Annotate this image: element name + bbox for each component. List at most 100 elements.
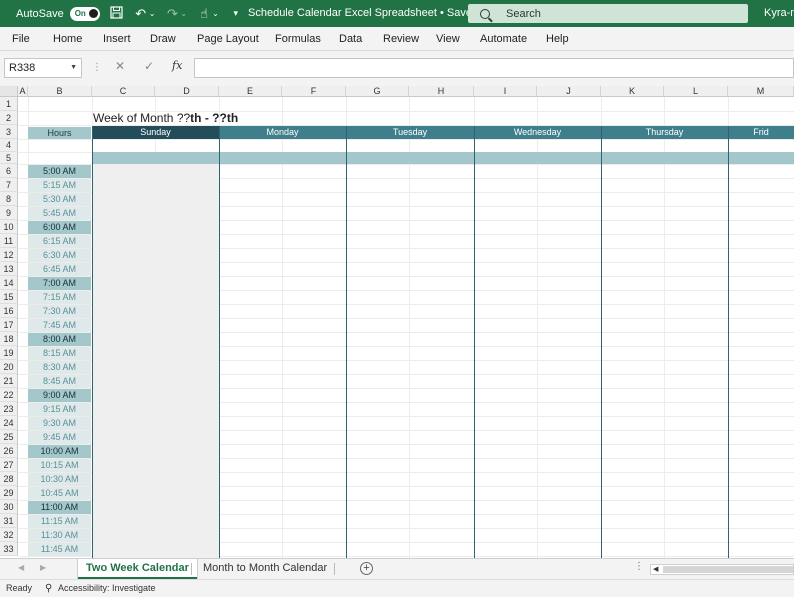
time-slot[interactable]: 5:45 AM (28, 207, 91, 220)
row-header-27[interactable]: 27 (0, 458, 18, 472)
time-slot[interactable]: 6:15 AM (28, 235, 91, 248)
row-header-2[interactable]: 2 (0, 111, 18, 125)
day-subheader-band[interactable] (92, 152, 794, 164)
save-icon[interactable] (110, 5, 124, 22)
cancel-icon[interactable]: ✕ (115, 59, 125, 73)
day-header-monday[interactable]: Monday (219, 126, 346, 139)
time-slot[interactable]: 7:45 AM (28, 319, 91, 332)
hours-header[interactable]: Hours (28, 127, 91, 139)
row-header-28[interactable]: 28 (0, 472, 18, 486)
tab-draw[interactable]: Draw (150, 27, 176, 51)
time-slot[interactable]: 11:00 AM (28, 501, 91, 514)
tab-data[interactable]: Data (339, 27, 362, 51)
column-header-d[interactable]: D (155, 86, 219, 97)
tab-insert[interactable]: Insert (103, 27, 131, 51)
scroll-thumb[interactable] (663, 566, 793, 573)
time-slot[interactable]: 6:30 AM (28, 249, 91, 262)
row-header-22[interactable]: 22 (0, 388, 18, 402)
column-header-g[interactable]: G (346, 86, 409, 97)
row-header-12[interactable]: 12 (0, 248, 18, 262)
column-header-j[interactable]: J (537, 86, 601, 97)
redo-dropdown-icon[interactable]: ⌄ (180, 9, 187, 18)
name-box[interactable]: R338 ▼ (4, 58, 82, 78)
row-header-11[interactable]: 11 (0, 234, 18, 248)
row-header-23[interactable]: 23 (0, 402, 18, 416)
tab-help[interactable]: Help (546, 27, 569, 51)
scroll-left-icon[interactable]: ◀ (653, 565, 658, 573)
tab-review[interactable]: Review (383, 27, 419, 51)
column-header-k[interactable]: K (601, 86, 664, 97)
tab-formulas[interactable]: Formulas (275, 27, 321, 51)
time-slot[interactable]: 5:15 AM (28, 179, 91, 192)
row-header-18[interactable]: 18 (0, 332, 18, 346)
day-column-tuesday[interactable] (346, 164, 474, 558)
row-header-10[interactable]: 10 (0, 220, 18, 234)
column-header-h[interactable]: H (409, 86, 474, 97)
row-header-29[interactable]: 29 (0, 486, 18, 500)
row-header-9[interactable]: 9 (0, 206, 18, 220)
chevron-down-icon[interactable]: ▼ (70, 59, 77, 77)
row-header-13[interactable]: 13 (0, 262, 18, 276)
column-header-e[interactable]: E (219, 86, 282, 97)
time-slot[interactable]: 8:00 AM (28, 333, 91, 346)
undo-icon[interactable]: ↶ (134, 6, 148, 22)
row-header-5[interactable]: 5 (0, 152, 18, 164)
column-header-l[interactable]: L (664, 86, 728, 97)
autosave-toggle[interactable]: On (69, 6, 100, 21)
row-header-24[interactable]: 24 (0, 416, 18, 430)
time-slot[interactable]: 6:45 AM (28, 263, 91, 276)
touch-mode-icon[interactable]: ☝ (197, 6, 211, 22)
next-sheet-icon[interactable]: ▶ (40, 563, 46, 572)
day-column-sunday[interactable] (92, 164, 219, 558)
undo-dropdown-icon[interactable]: ⌄ (149, 9, 156, 18)
document-title[interactable]: Schedule Calendar Excel Spreadsheet • Sa… (248, 0, 478, 27)
day-column-frid[interactable] (728, 164, 794, 558)
redo-icon[interactable]: ↷ (165, 6, 179, 22)
time-slot[interactable]: 6:00 AM (28, 221, 91, 234)
row-header-7[interactable]: 7 (0, 178, 18, 192)
time-slot[interactable]: 5:00 AM (28, 165, 91, 178)
time-slot[interactable]: 8:45 AM (28, 375, 91, 388)
time-slot[interactable]: 7:00 AM (28, 277, 91, 290)
day-column-monday[interactable] (219, 164, 346, 558)
time-slot[interactable]: 8:30 AM (28, 361, 91, 374)
formula-input[interactable] (194, 58, 794, 78)
time-slot[interactable]: 11:45 AM (28, 543, 91, 556)
customize-toolbar-icon[interactable]: ▾ (229, 8, 243, 19)
week-title[interactable]: Week of Month ??th - ??th (93, 111, 238, 125)
time-slot[interactable]: 10:00 AM (28, 445, 91, 458)
row-header-25[interactable]: 25 (0, 430, 18, 444)
insert-function-icon[interactable]: fx (172, 59, 182, 72)
touch-mode-dropdown-icon[interactable]: ⌄ (212, 9, 219, 18)
row-header-15[interactable]: 15 (0, 290, 18, 304)
day-header-frid[interactable]: Frid (728, 126, 794, 139)
time-slot[interactable]: 9:30 AM (28, 417, 91, 430)
row-header-1[interactable]: 1 (0, 97, 18, 111)
row-header-33[interactable]: 33 (0, 542, 18, 556)
day-column-wednesday[interactable] (474, 164, 601, 558)
time-slot[interactable]: 11:15 AM (28, 515, 91, 528)
row-header-6[interactable]: 6 (0, 164, 18, 178)
time-slot[interactable]: 10:45 AM (28, 487, 91, 500)
time-slot[interactable]: 9:45 AM (28, 431, 91, 444)
column-header-b[interactable]: B (28, 86, 92, 97)
day-header-thursday[interactable]: Thursday (601, 126, 728, 139)
day-header-sunday[interactable]: Sunday (92, 126, 219, 139)
horizontal-scrollbar[interactable]: ◀ (650, 564, 794, 575)
time-slot[interactable]: 10:30 AM (28, 473, 91, 486)
row-header-31[interactable]: 31 (0, 514, 18, 528)
row-header-32[interactable]: 32 (0, 528, 18, 542)
row-header-19[interactable]: 19 (0, 346, 18, 360)
spreadsheet-grid[interactable]: ABCDEFGHIJKLM 1 2 3 4 5 6 7 8 9 10 11 12 13 14 15 16 17 1… (0, 86, 794, 558)
time-slot[interactable]: 8:15 AM (28, 347, 91, 360)
accessibility-status[interactable]: ⚲ Accessibility: Investigate (45, 583, 156, 594)
row-header-16[interactable]: 16 (0, 304, 18, 318)
day-column-thursday[interactable] (601, 164, 728, 558)
day-header-wednesday[interactable]: Wednesday (474, 126, 601, 139)
search-box[interactable]: Search (468, 4, 748, 23)
tab-page-layout[interactable]: Page Layout (197, 27, 259, 51)
row-header-3[interactable]: 3 (0, 125, 18, 139)
column-header-c[interactable]: C (92, 86, 155, 97)
column-header-m[interactable]: M (728, 86, 794, 97)
day-header-tuesday[interactable]: Tuesday (346, 126, 474, 139)
